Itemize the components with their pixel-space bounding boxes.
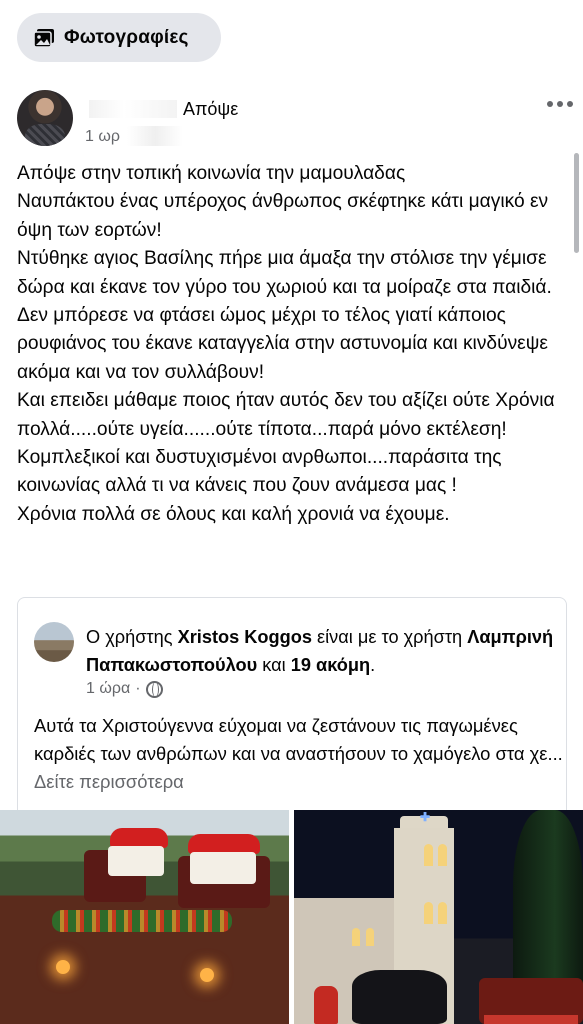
photo-church-night[interactable]: ✚ — [294, 810, 583, 1024]
meta-redacted — [127, 126, 183, 146]
shared-post-text: Αυτά τα Χριστούγεννα εύχομαι να ζεστάνου… — [34, 715, 563, 792]
post-header: Απόψε 1 ωρ — [17, 90, 577, 148]
author-name-redacted[interactable] — [89, 100, 177, 118]
shared-author-avatar[interactable] — [34, 622, 74, 662]
photo-carriage[interactable] — [0, 810, 289, 1024]
shared-post-meta: 1 ώρα · — [86, 680, 163, 698]
globe-icon — [145, 680, 163, 698]
photos-chip[interactable]: Φωτογραφίες — [17, 13, 221, 62]
shared-post-card[interactable]: Ο χρήστης Xristos Koggos είναι με το χρή… — [17, 597, 567, 827]
shared-post-time[interactable]: 1 ώρα — [86, 680, 130, 698]
scrollbar[interactable] — [574, 153, 579, 253]
more-options-icon[interactable] — [542, 90, 578, 118]
see-more-link[interactable]: Δείτε περισσότερα — [34, 771, 184, 792]
shared-author-link[interactable]: Xristos Koggos — [178, 627, 312, 647]
shared-post-header: Ο χρήστης Xristos Koggos είναι με το χρή… — [86, 627, 554, 675]
post-text: Απόψε στην τοπική κοινωνία την μαμουλαδα… — [17, 163, 555, 525]
photos-icon — [33, 28, 55, 48]
author-name-suffix[interactable]: Απόψε — [183, 99, 238, 120]
post-timestamp[interactable]: 1 ωρ — [85, 128, 120, 146]
author-avatar[interactable] — [17, 90, 73, 146]
tagged-others-link[interactable]: 19 ακόμη — [291, 655, 370, 675]
photos-chip-label: Φωτογραφίες — [64, 26, 189, 48]
